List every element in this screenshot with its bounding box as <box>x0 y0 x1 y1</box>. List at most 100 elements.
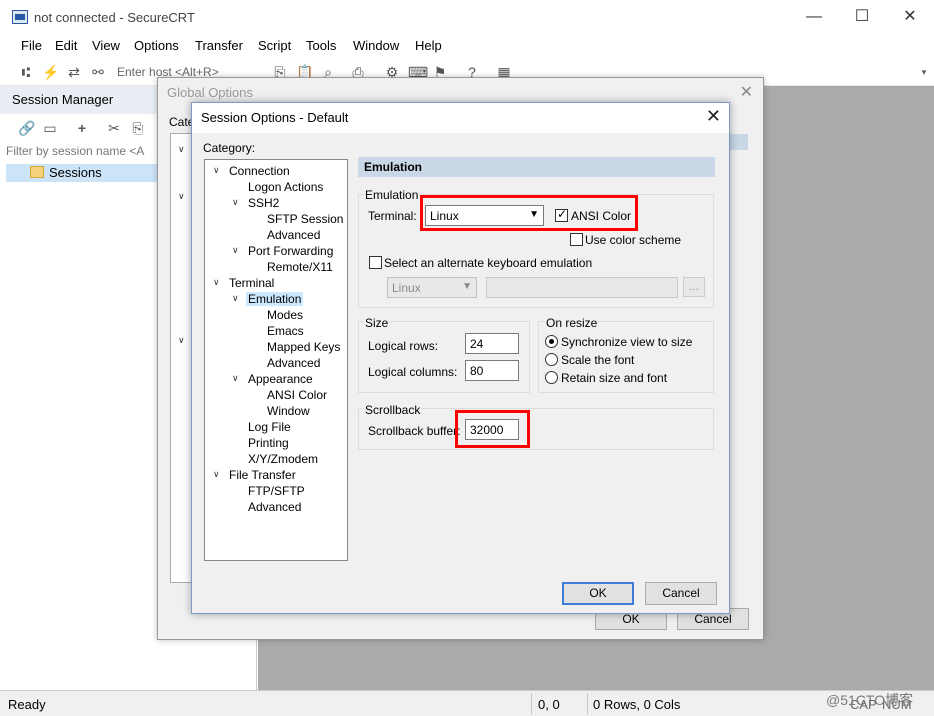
retain-size-radio[interactable] <box>545 371 558 384</box>
link-icon[interactable]: 🔗 <box>18 120 35 136</box>
scale-font-radio[interactable] <box>545 353 558 366</box>
ok-button[interactable]: OK <box>562 582 634 605</box>
alternate-emulation-value: Linux <box>392 281 421 295</box>
alternate-keyboard-label: Select an alternate keyboard emulation <box>384 256 593 270</box>
browse-button[interactable]: ... <box>683 277 705 297</box>
tree-node-ftp-sftp[interactable]: FTP/SFTP <box>248 484 305 498</box>
use-color-scheme-checkbox[interactable] <box>570 233 583 246</box>
retain-size-label: Retain size and font <box>561 371 668 385</box>
menu-script[interactable]: Script <box>258 38 291 53</box>
tree-node-port-forwarding[interactable]: Port Forwarding <box>248 244 333 258</box>
size-group <box>358 321 530 393</box>
synchronize-view-label: Synchronize view to size <box>561 335 693 349</box>
tree-node-file-transfer[interactable]: File Transfer <box>229 468 296 482</box>
collapse-arrow-icon[interactable]: ∨ <box>232 293 239 304</box>
tree-node-printing[interactable]: Printing <box>248 436 289 450</box>
tree-node-file-transfer-advanced[interactable]: Advanced <box>248 500 301 514</box>
disconnect-icon[interactable]: ⚯ <box>90 64 106 80</box>
tree-node-modes[interactable]: Modes <box>267 308 303 322</box>
synchronize-view-radio[interactable] <box>545 335 558 348</box>
menu-window[interactable]: Window <box>353 38 399 53</box>
menu-options[interactable]: Options <box>134 38 179 53</box>
expand-arrow-icon[interactable]: ∨ <box>178 191 185 202</box>
close-button[interactable]: ✕ <box>898 6 922 28</box>
connect-icon[interactable]: ⑆ <box>18 64 34 80</box>
quick-connect-icon[interactable]: ⚡ <box>42 64 59 80</box>
window-title: not connected - SecureCRT <box>34 10 195 25</box>
copy-session-icon[interactable]: ⎘ <box>130 120 146 136</box>
logical-columns-field[interactable]: 80 <box>465 360 519 381</box>
tree-node-logon-actions[interactable]: Logon Actions <box>248 180 323 194</box>
tree-node-ssh2[interactable]: SSH2 <box>248 196 279 210</box>
tree-node-remote-x11[interactable]: Remote/X11 <box>267 260 333 274</box>
tree-node-ansi-color[interactable]: ANSI Color <box>267 388 327 402</box>
dialog-title: Session Options - Default <box>201 110 349 125</box>
session-options-dialog: Session Options - Default ✕ Category: ∨ … <box>191 102 730 614</box>
tree-node-mapped-keys[interactable]: Mapped Keys <box>267 340 340 354</box>
add-icon[interactable]: + <box>74 120 90 136</box>
category-tree[interactable]: ∨ Connection Logon Actions ∨ SSH2 SFTP S… <box>204 159 348 561</box>
tree-node-window[interactable]: Window <box>267 404 310 418</box>
alternate-keyboard-checkbox[interactable] <box>369 256 382 269</box>
use-color-scheme-label: Use color scheme <box>585 233 682 247</box>
collapse-arrow-icon[interactable]: ∨ <box>232 373 239 384</box>
collapse-arrow-icon[interactable]: ∨ <box>213 469 220 480</box>
tree-node-terminal[interactable]: Terminal <box>229 276 274 290</box>
title-bar: not connected - SecureCRT — ☐ ✕ <box>0 0 934 34</box>
status-text: Ready <box>8 697 46 712</box>
tree-node-log-file[interactable]: Log File <box>248 420 291 434</box>
menu-edit[interactable]: Edit <box>55 38 77 53</box>
toolbar-overflow-icon[interactable]: ▾ <box>916 64 932 80</box>
tree-node-emacs[interactable]: Emacs <box>267 324 304 338</box>
tab-icon[interactable]: ▭ <box>42 120 58 136</box>
status-bar: Ready 0, 0 0 Rows, 0 Cols CAP NUM <box>0 690 934 716</box>
collapse-arrow-icon[interactable]: ∨ <box>213 165 220 176</box>
menu-view[interactable]: View <box>92 38 120 53</box>
securecrt-app-icon <box>12 10 28 24</box>
tree-node-connection[interactable]: Connection <box>229 164 290 178</box>
tree-node-sftp-session[interactable]: SFTP Session <box>267 212 343 226</box>
maximize-button[interactable]: ☐ <box>850 6 874 28</box>
menu-transfer[interactable]: Transfer <box>195 38 243 53</box>
expand-arrow-icon[interactable]: ∨ <box>178 335 185 346</box>
menu-tools[interactable]: Tools <box>306 38 336 53</box>
tree-node-appearance[interactable]: Appearance <box>248 372 313 386</box>
alternate-emulation-field[interactable] <box>486 277 678 298</box>
dialog-close-icon[interactable]: ✕ <box>706 106 721 127</box>
cancel-button[interactable]: Cancel <box>645 582 717 605</box>
tree-node-xyzmodem[interactable]: X/Y/Zmodem <box>248 452 318 466</box>
terminal-label: Terminal: <box>368 209 417 223</box>
status-separator <box>587 693 588 715</box>
category-label: Category: <box>203 141 256 155</box>
folder-icon <box>30 166 44 178</box>
menu-file[interactable]: File <box>21 38 42 53</box>
terminal-highlight-box <box>420 195 638 231</box>
session-tree-label: Sessions <box>49 165 102 180</box>
emulation-group-label: Emulation <box>364 188 420 202</box>
pane-title: Emulation <box>364 160 423 174</box>
cursor-position: 0, 0 <box>538 697 560 712</box>
tree-node-emulation[interactable]: Emulation <box>246 292 304 306</box>
dialog-title-bar: Session Options - Default ✕ <box>192 103 729 133</box>
cut-icon[interactable]: ✂ <box>106 120 122 136</box>
tree-node-ssh2-advanced[interactable]: Advanced <box>267 228 320 242</box>
reconnect-icon[interactable]: ⇄ <box>66 64 82 80</box>
global-options-title: Global Options <box>167 85 253 100</box>
session-tree-item[interactable]: Sessions <box>6 164 158 182</box>
pane-header: Emulation <box>358 157 715 177</box>
minimize-button[interactable]: — <box>802 6 826 28</box>
expand-arrow-icon[interactable]: ∨ <box>178 144 185 155</box>
collapse-arrow-icon[interactable]: ∨ <box>232 245 239 256</box>
session-filter-input[interactable]: Filter by session name <A <box>6 144 156 162</box>
tree-node-emulation-advanced[interactable]: Advanced <box>267 356 320 370</box>
global-options-close-icon[interactable]: ✕ <box>740 82 753 102</box>
logical-rows-field[interactable]: 24 <box>465 333 519 354</box>
menu-help[interactable]: Help <box>415 38 442 53</box>
collapse-arrow-icon[interactable]: ∨ <box>232 197 239 208</box>
scale-font-label: Scale the font <box>561 353 635 367</box>
scrollback-buffer-label: Scrollback buffer: <box>368 424 461 438</box>
chevron-down-icon: ▼ <box>462 281 472 292</box>
alternate-emulation-select[interactable]: Linux ▼ <box>387 277 477 298</box>
scrollback-group-label: Scrollback <box>364 403 422 417</box>
collapse-arrow-icon[interactable]: ∨ <box>213 277 220 288</box>
